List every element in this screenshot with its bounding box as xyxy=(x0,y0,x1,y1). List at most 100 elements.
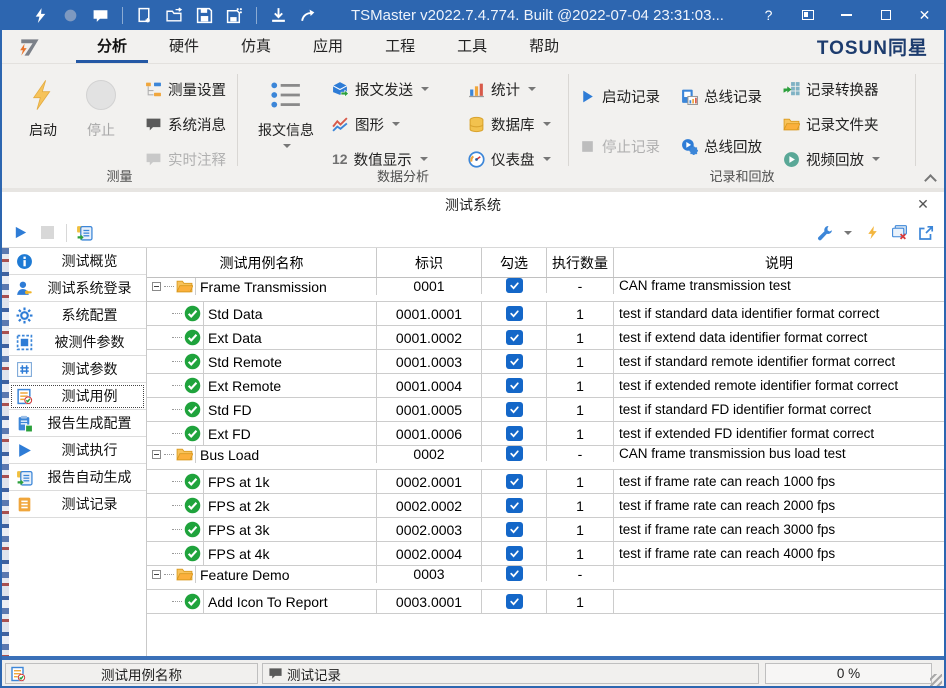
bus-replay-button[interactable]: 总线回放 xyxy=(681,132,762,160)
import-icon[interactable] xyxy=(270,7,287,24)
tab-4[interactable]: 应用 xyxy=(292,30,364,63)
export-icon[interactable] xyxy=(300,7,317,24)
sidebar-item[interactable]: 测试概览 xyxy=(9,248,146,275)
record-folder-button[interactable]: 记录文件夹 xyxy=(783,110,880,138)
start-record-button[interactable]: 启动记录 xyxy=(579,82,660,110)
system-message-button[interactable]: 系统消息 xyxy=(145,110,226,138)
table-row[interactable]: FPS at 2k0002.00021test if frame rate ca… xyxy=(147,494,944,518)
resize-grip[interactable] xyxy=(930,674,942,686)
checkbox-checked[interactable] xyxy=(506,498,523,513)
collapse-expander-icon[interactable] xyxy=(152,450,161,459)
sidebar-item[interactable]: 报告自动生成 xyxy=(9,464,146,491)
new-project-icon[interactable] xyxy=(136,7,153,24)
measurement-settings-button[interactable]: 测量设置 xyxy=(145,75,226,103)
sidebar-item[interactable]: 测试记录 xyxy=(9,491,146,518)
dropdown-arrow-icon[interactable] xyxy=(844,231,852,235)
popout-button[interactable] xyxy=(916,223,936,243)
checkbox-checked[interactable] xyxy=(506,546,523,561)
help-button[interactable]: ? xyxy=(749,0,788,30)
tab-5[interactable]: 工程 xyxy=(364,30,436,63)
record-converter-button[interactable]: 记录转换器 xyxy=(783,75,880,103)
sidebar-item[interactable]: 被测件参数 xyxy=(9,329,146,356)
statistics-button[interactable]: 统计 xyxy=(468,75,551,103)
titlebar: TSMaster v2022.7.4.774. Built @2022-07-0… xyxy=(2,0,944,30)
panel-close-button[interactable]: ✕ xyxy=(914,196,932,213)
table-row[interactable]: Std Remote0001.00031test if standard rem… xyxy=(147,350,944,374)
statusbar-section-testcase[interactable]: 测试用例名称 xyxy=(5,663,258,684)
name-cell: FPS at 1k xyxy=(147,470,377,493)
checkbox-checked[interactable] xyxy=(506,330,523,345)
table-row[interactable]: Bus Load0002-CAN frame transmission bus … xyxy=(147,446,944,470)
table-row[interactable]: Ext Remote0001.00041test if extended rem… xyxy=(147,374,944,398)
column-header[interactable]: 勾选 xyxy=(482,248,547,277)
minimize-button[interactable] xyxy=(827,0,866,30)
checkbox-checked[interactable] xyxy=(506,402,523,417)
tab-7[interactable]: 帮助 xyxy=(508,30,580,63)
checkbox-checked[interactable] xyxy=(506,594,523,609)
table-row[interactable]: Std FD0001.00051test if standard FD iden… xyxy=(147,398,944,422)
table-row[interactable]: Add Icon To Report0003.00011 xyxy=(147,590,944,614)
checkbox-checked[interactable] xyxy=(506,306,523,321)
test-case-name: Bus Load xyxy=(200,447,259,463)
settings-wrench-button[interactable] xyxy=(815,223,835,243)
collapse-expander-icon[interactable] xyxy=(152,570,161,579)
run-tests-button[interactable] xyxy=(10,223,30,243)
table-row[interactable]: Ext Data0001.00021test if extend data id… xyxy=(147,326,944,350)
table-row[interactable]: Feature Demo0003- xyxy=(147,566,944,590)
checkbox-checked[interactable] xyxy=(506,278,523,293)
sidebar-item[interactable]: 测试参数 xyxy=(9,356,146,383)
test-case-name: Std Data xyxy=(208,306,262,322)
quick-start-icon[interactable] xyxy=(32,7,49,24)
ribbon-collapse-icon[interactable] xyxy=(926,172,935,178)
open-project-icon[interactable] xyxy=(166,7,183,24)
play-icon xyxy=(16,442,33,459)
checkbox-checked[interactable] xyxy=(506,474,523,489)
graphics-button[interactable]: 图形 xyxy=(332,110,460,138)
message-icon[interactable] xyxy=(92,7,109,24)
record-dot-icon[interactable] xyxy=(62,7,79,24)
generate-report-button[interactable] xyxy=(74,223,94,243)
sidebar-item[interactable]: 测试用例 xyxy=(9,383,146,410)
maximize-button[interactable] xyxy=(866,0,905,30)
column-header[interactable]: 标识 xyxy=(377,248,482,277)
bus-record-button[interactable]: 总线记录 xyxy=(681,82,762,110)
table-row[interactable]: FPS at 4k0002.00041test if frame rate ca… xyxy=(147,542,944,566)
sidebar-item[interactable]: 测试系统登录 xyxy=(9,275,146,302)
start-button[interactable]: 启动 xyxy=(16,64,70,140)
table-row[interactable]: FPS at 3k0002.00031test if frame rate ca… xyxy=(147,518,944,542)
column-header[interactable]: 说明 xyxy=(614,248,944,277)
close-windows-button[interactable] xyxy=(889,223,909,243)
checkbox-checked[interactable] xyxy=(506,426,523,441)
checkbox-checked[interactable] xyxy=(506,522,523,537)
tab-3[interactable]: 仿真 xyxy=(220,30,292,63)
tab-1[interactable]: 分析 xyxy=(76,30,148,63)
save-as-icon[interactable] xyxy=(226,7,243,24)
panel-layout-button[interactable] xyxy=(788,0,827,30)
checkbox-checked[interactable] xyxy=(506,378,523,393)
tab-6[interactable]: 工具 xyxy=(436,30,508,63)
bar-chart-icon xyxy=(468,81,485,98)
checkbox-checked[interactable] xyxy=(506,354,523,369)
message-send-button[interactable]: 报文发送 xyxy=(332,75,460,103)
database-button[interactable]: 数据库 xyxy=(468,110,551,138)
message-info-button[interactable]: 报文信息 xyxy=(250,64,322,148)
number-12-icon: 12 xyxy=(332,151,348,167)
sidebar-item[interactable]: 测试执行 xyxy=(9,437,146,464)
table-row[interactable]: Frame Transmission0001-CAN frame transmi… xyxy=(147,278,944,302)
checkbox-checked[interactable] xyxy=(506,446,523,461)
collapse-expander-icon[interactable] xyxy=(152,282,161,291)
column-header[interactable]: 测试用例名称 xyxy=(147,248,377,277)
table-row[interactable]: FPS at 1k0002.00011test if frame rate ca… xyxy=(147,470,944,494)
checkbox-checked[interactable] xyxy=(506,566,523,581)
column-header[interactable]: 执行数量 xyxy=(547,248,614,277)
statusbar-section-record[interactable]: 测试记录 xyxy=(262,663,759,684)
table-row[interactable]: Std Data0001.00011test if standard data … xyxy=(147,302,944,326)
tab-2[interactable]: 硬件 xyxy=(148,30,220,63)
sidebar-item[interactable]: 报告生成配置 xyxy=(9,410,146,437)
save-icon[interactable] xyxy=(196,7,213,24)
sidebar-item[interactable]: 系统配置 xyxy=(9,302,146,329)
execution-count: 1 xyxy=(547,398,614,421)
table-row[interactable]: Ext FD0001.00061test if extended FD iden… xyxy=(147,422,944,446)
quick-action-lightning-button[interactable] xyxy=(862,223,882,243)
close-button[interactable]: ✕ xyxy=(905,0,944,30)
